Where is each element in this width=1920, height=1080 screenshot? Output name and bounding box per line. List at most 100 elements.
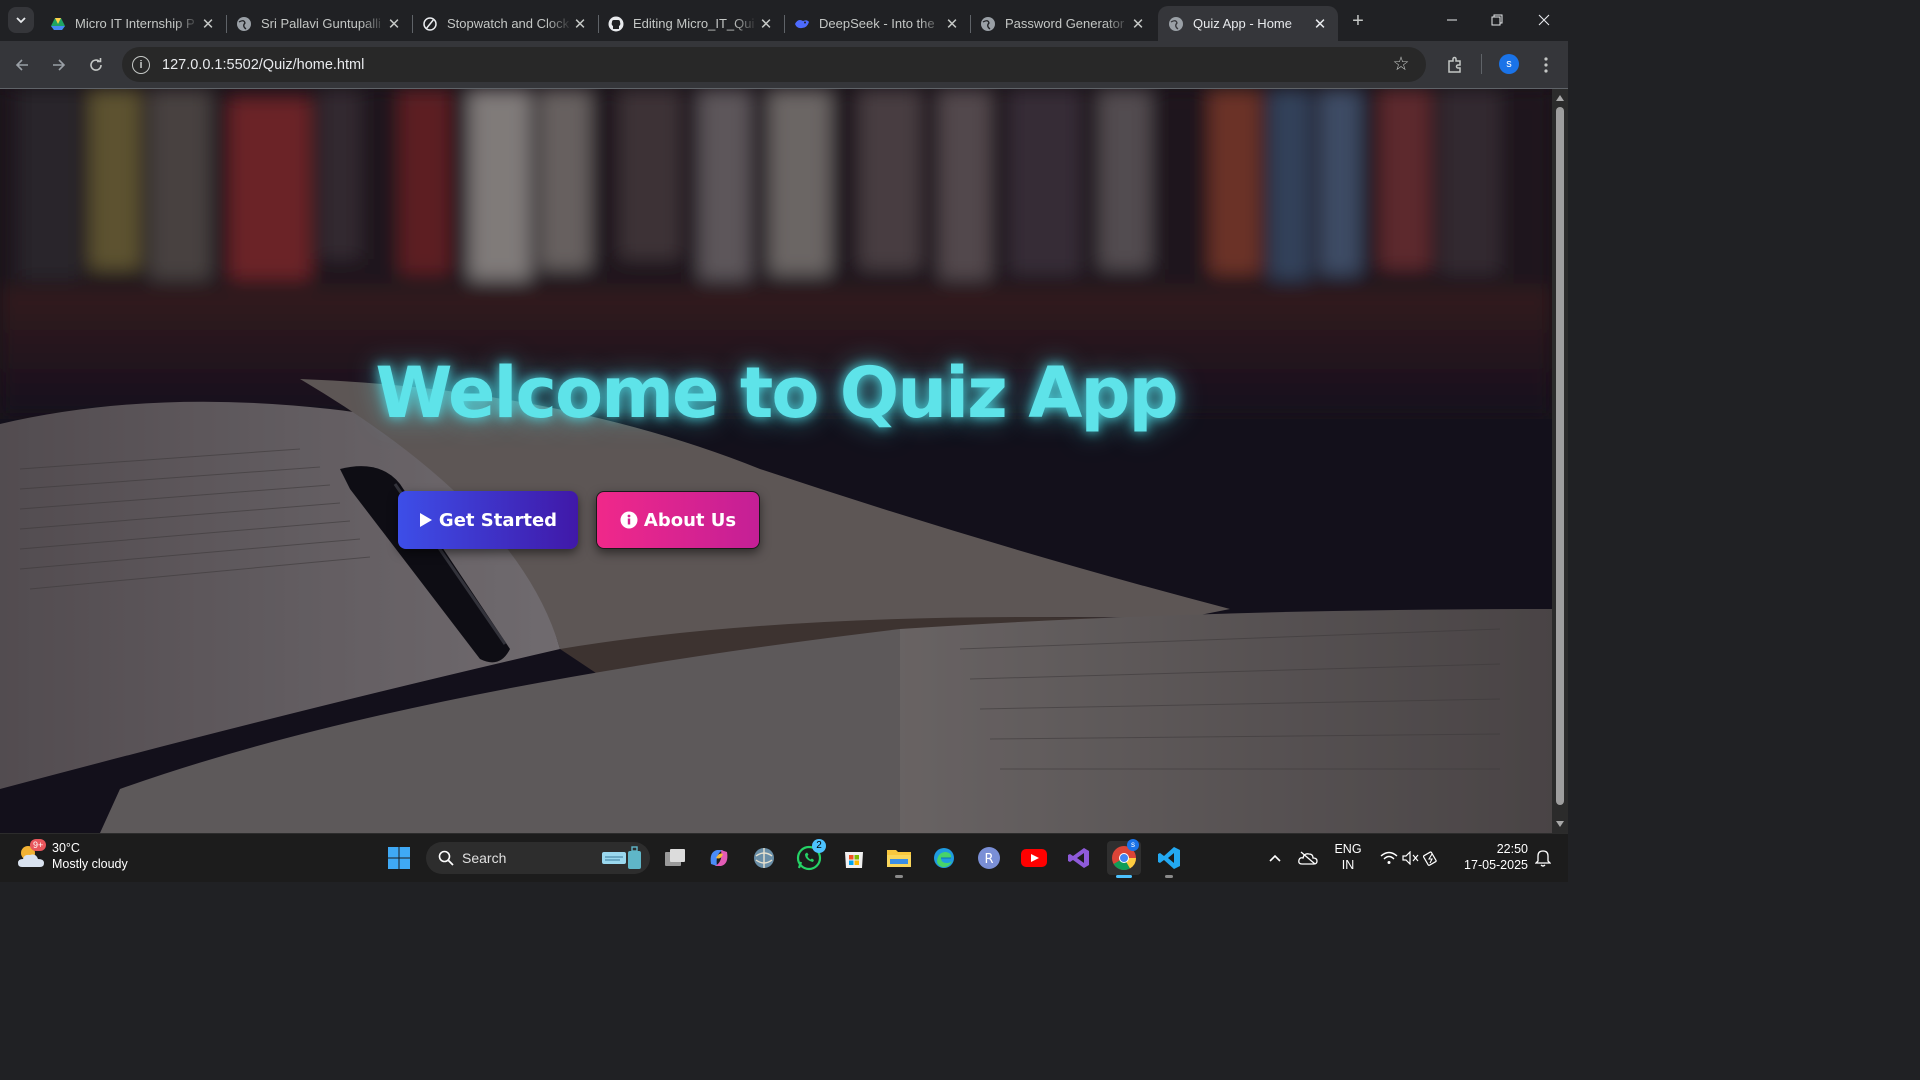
youtube-button[interactable]	[1017, 841, 1051, 875]
about-us-label: About Us	[643, 509, 737, 531]
scroll-thumb[interactable]	[1556, 107, 1564, 805]
about-us-button[interactable]: About Us	[596, 491, 760, 549]
chrome-menu-button[interactable]	[1533, 52, 1559, 78]
puzzle-icon	[1448, 56, 1461, 73]
vscode-icon	[1158, 847, 1180, 869]
browser-toolbar: i 127.0.0.1:5502/Quiz/home.html ☆	[0, 41, 1568, 89]
wifi-icon	[1380, 851, 1397, 864]
tab-sri-pallavi[interactable]: Sri Pallavi Guntupalli ✕	[226, 6, 413, 41]
edge-icon	[934, 848, 954, 868]
tab-password-generator[interactable]: Password Generator ✕	[970, 6, 1156, 41]
globe-icon	[981, 16, 995, 31]
quick-settings-button[interactable]	[1372, 841, 1446, 875]
restore-icon	[1491, 14, 1503, 26]
reload-button[interactable]	[83, 52, 109, 78]
info-circle-icon	[620, 511, 638, 529]
bookmark-star-icon[interactable]: ☆	[1390, 54, 1412, 76]
browser-globe-app[interactable]	[747, 841, 781, 875]
youtube-icon	[1021, 849, 1047, 867]
tab-stopwatch[interactable]: Stopwatch and Clock ✕	[412, 6, 599, 41]
taskbar-search[interactable]: Search	[426, 842, 650, 874]
minimize-button[interactable]	[1437, 8, 1467, 32]
clock-time: 22:50	[1496, 842, 1528, 856]
more-vertical-icon	[1544, 57, 1548, 73]
scroll-down-arrow[interactable]	[1556, 821, 1564, 827]
chrome-button[interactable]: s	[1107, 839, 1141, 878]
language-indicator[interactable]: ENG IN	[1332, 841, 1364, 873]
weather-temp: 30°C	[52, 841, 80, 855]
tab-search-button[interactable]	[8, 7, 34, 33]
minimize-icon	[1447, 19, 1457, 21]
close-tab-icon[interactable]: ✕	[1130, 16, 1146, 33]
windows-logo-icon	[388, 847, 410, 869]
forward-button[interactable]	[46, 52, 72, 78]
notifications-button[interactable]	[1532, 841, 1554, 875]
search-icon	[438, 850, 454, 866]
start-button[interactable]	[382, 841, 416, 875]
arrow-right-icon	[53, 59, 66, 71]
page-viewport: Welcome to Quiz App Get Started About Us	[0, 89, 1552, 833]
travel-luggage-icon	[602, 846, 641, 869]
close-tab-icon[interactable]: ✕	[758, 16, 774, 33]
vertical-scrollbar[interactable]	[1552, 89, 1568, 833]
copilot-button[interactable]	[702, 841, 736, 875]
globe-icon	[1169, 16, 1183, 31]
vscode-button[interactable]	[1152, 841, 1186, 878]
profile-avatar[interactable]: s	[1499, 54, 1519, 74]
close-window-button[interactable]	[1529, 8, 1559, 32]
tab-micro-it-internship[interactable]: Micro IT Internship P ✕	[40, 6, 227, 41]
clock[interactable]: 22:50 17-05-2025	[1456, 841, 1528, 873]
scroll-up-arrow[interactable]	[1556, 95, 1564, 101]
cloud-off-icon	[1298, 851, 1318, 865]
task-view-icon	[665, 849, 685, 866]
url-text[interactable]: 127.0.0.1:5502/Quiz/home.html	[162, 57, 1390, 73]
cloudy-weather-icon: 9+	[16, 839, 47, 871]
tab-quiz-app-home[interactable]: Quiz App - Home ✕	[1158, 6, 1338, 41]
back-button[interactable]	[9, 52, 35, 78]
deepseek-icon	[795, 19, 809, 28]
copilot-icon	[710, 850, 728, 866]
address-bar[interactable]: i 127.0.0.1:5502/Quiz/home.html ☆	[122, 47, 1426, 82]
tab-strip: Micro IT Internship P ✕ Sri Pallavi Gunt…	[0, 0, 1568, 41]
whatsapp-badge: 2	[812, 839, 826, 853]
globe-icon	[237, 16, 251, 31]
windows-taskbar: 9+ 30°C Mostly cloudy Search 2 R s ENG I…	[0, 833, 1568, 882]
tab-deepseek[interactable]: DeepSeek - Into the ✕	[784, 6, 971, 41]
close-tab-icon[interactable]: ✕	[572, 16, 588, 33]
site-info-icon[interactable]: i	[132, 55, 150, 74]
microsoft-store-button[interactable]	[837, 841, 871, 875]
google-drive-icon	[51, 17, 65, 30]
visual-studio-button[interactable]	[1062, 841, 1096, 875]
reload-icon	[90, 58, 102, 71]
task-view-button[interactable]	[658, 841, 692, 875]
new-tab-button[interactable]: +	[1347, 10, 1369, 32]
chevron-up-icon	[1269, 854, 1281, 862]
page-title: Welcome to Quiz App	[375, 352, 1178, 434]
restore-button[interactable]	[1482, 8, 1512, 32]
notification-bell-icon	[1535, 850, 1551, 867]
folder-icon	[887, 850, 911, 867]
weather-widget[interactable]: 9+ 30°C Mostly cloudy	[16, 839, 128, 872]
clock-date: 17-05-2025	[1464, 858, 1528, 872]
arrow-left-icon	[15, 59, 28, 71]
tab-github-editing[interactable]: Editing Micro_IT_Qui ✕	[598, 6, 785, 41]
close-tab-icon[interactable]: ✕	[944, 16, 960, 33]
search-label: Search	[462, 850, 507, 866]
chrome-profile-badge: s	[1127, 839, 1139, 851]
show-hidden-icons-button[interactable]	[1262, 841, 1288, 875]
close-tab-icon[interactable]: ✕	[200, 16, 216, 33]
svg-text:R: R	[984, 852, 993, 867]
globe-app-icon	[754, 848, 774, 868]
whatsapp-button[interactable]: 2	[792, 839, 826, 875]
onedrive-button[interactable]	[1294, 841, 1322, 875]
store-icon	[845, 852, 863, 868]
file-explorer-button[interactable]	[882, 841, 916, 878]
extensions-button[interactable]	[1442, 52, 1468, 78]
edge-button[interactable]	[927, 841, 961, 875]
close-tab-icon[interactable]: ✕	[1312, 16, 1328, 33]
chevron-down-icon	[16, 17, 26, 24]
volume-muted-icon	[1401, 851, 1418, 865]
get-started-button[interactable]: Get Started	[398, 491, 578, 549]
close-tab-icon[interactable]: ✕	[386, 16, 402, 33]
r-app-button[interactable]: R	[972, 841, 1006, 875]
